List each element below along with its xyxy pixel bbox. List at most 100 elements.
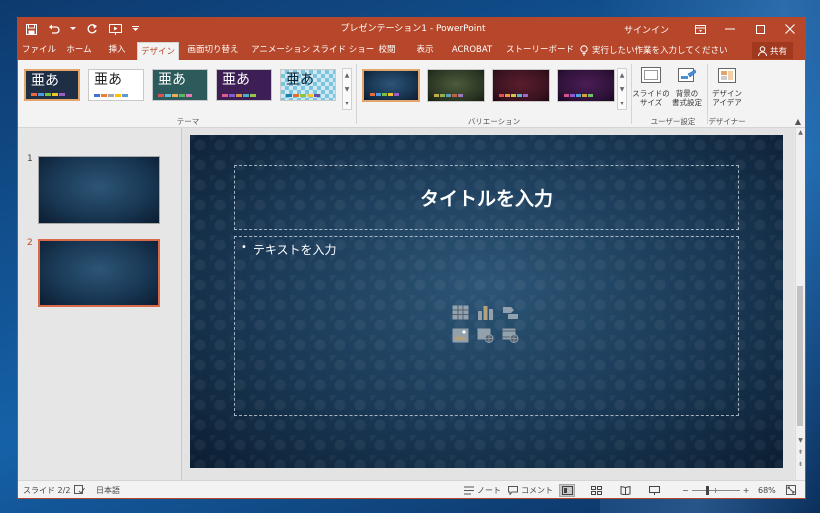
insert-video-icon[interactable]	[501, 327, 520, 344]
notes-icon	[464, 486, 474, 494]
scroll-down-icon[interactable]: ▼	[618, 83, 626, 97]
scroll-up-icon[interactable]: ▲	[343, 69, 351, 83]
window-title: プレゼンテーション1 - PowerPoint	[340, 24, 486, 34]
title-placeholder[interactable]: タイトルを入力	[234, 165, 739, 230]
theme-thumb-office-dark[interactable]: 亜あ	[24, 69, 80, 101]
slide-counter: スライド 2/2	[23, 485, 71, 495]
tell-me-box[interactable]: 実行したい作業を入力してください	[580, 40, 728, 60]
variant-thumb-blue[interactable]	[362, 69, 420, 102]
slideshow-view-button[interactable]	[647, 485, 661, 496]
zoom-out-button[interactable]: −	[682, 486, 689, 495]
fit-to-window-icon[interactable]	[786, 481, 796, 498]
slide-thumbnail-pane: 1 2	[18, 128, 178, 480]
tab-review[interactable]: 校閲	[375, 40, 399, 60]
ribbon-separator	[356, 64, 357, 124]
insert-online-picture-icon[interactable]	[476, 327, 495, 344]
tab-storyboard[interactable]: ストーリーボード	[506, 40, 574, 60]
insert-content-icons	[451, 304, 527, 344]
format-background-button[interactable]: 背景の 書式設定	[667, 65, 707, 107]
previous-slide-icon[interactable]: ⇞	[796, 448, 805, 458]
slide-thumbnail-1[interactable]	[38, 156, 160, 224]
design-ideas-label-1: デザイン	[712, 89, 742, 98]
comments-button[interactable]: コメント	[508, 481, 553, 498]
theme-group-label: テーマ	[176, 117, 200, 126]
tab-acrobat[interactable]: ACROBAT	[448, 40, 496, 60]
tab-file[interactable]: ファイル	[22, 40, 56, 60]
vertical-scrollbar[interactable]: ▲ ▼ ⇞ ⇟	[795, 128, 805, 480]
insert-smartart-icon[interactable]	[501, 304, 520, 321]
variant-thumb-green[interactable]	[427, 69, 485, 102]
reading-view-button[interactable]	[618, 485, 632, 496]
tab-home[interactable]: ホーム	[63, 40, 95, 60]
tab-animations[interactable]: アニメーション	[251, 40, 310, 60]
variant-thumb-red[interactable]	[492, 69, 550, 102]
theme-thumb-pattern[interactable]: 亜あ	[280, 69, 336, 101]
maximize-button[interactable]	[745, 18, 775, 40]
theme-gallery-scroll[interactable]: ▲ ▼ ▾	[342, 68, 352, 110]
normal-view-button[interactable]	[559, 483, 575, 497]
content-placeholder[interactable]: • テキストを入力	[234, 236, 739, 416]
collapse-ribbon-icon[interactable]: ▲	[795, 117, 801, 126]
customize-group-label: ユーザー設定	[650, 117, 696, 126]
slide-thumbnail-2[interactable]	[38, 239, 160, 307]
scroll-down-icon[interactable]: ▼	[343, 83, 351, 97]
gallery-more-icon[interactable]: ▾	[343, 97, 351, 111]
theme-color-bars	[222, 94, 256, 97]
start-from-beginning-icon[interactable]	[108, 22, 122, 36]
tab-design[interactable]: デザイン	[137, 42, 179, 61]
scrollbar-thumb[interactable]	[797, 286, 803, 426]
zoom-slider-knob[interactable]	[706, 485, 710, 495]
comment-icon	[508, 485, 518, 495]
format-background-icon	[667, 65, 707, 87]
zoom-in-button[interactable]: +	[743, 486, 750, 495]
tab-insert[interactable]: 挿入	[104, 40, 130, 60]
tab-slideshow[interactable]: スライド ショー	[312, 40, 374, 60]
view-buttons	[559, 481, 661, 498]
signin-link[interactable]: サインイン	[624, 23, 669, 36]
slide-size-button[interactable]: スライドの サイズ	[631, 65, 671, 107]
undo-icon[interactable]	[47, 22, 61, 36]
slide-size-label-1: スライドの	[632, 89, 670, 98]
minimize-button[interactable]	[715, 18, 745, 40]
variant-gallery-scroll[interactable]: ▲ ▼ ▾	[617, 68, 627, 110]
design-ideas-button[interactable]: デザイン アイデア	[707, 65, 747, 107]
current-slide[interactable]: タイトルを入力 • テキストを入力	[190, 135, 783, 468]
tell-me-label: 実行したい作業を入力してください	[592, 46, 728, 56]
format-background-label-1: 背景の	[675, 89, 699, 98]
format-background-label-2: 書式設定	[672, 98, 702, 107]
spell-check-icon[interactable]	[74, 481, 85, 498]
theme-sample-text: 亜あ	[158, 72, 186, 88]
tab-transitions[interactable]: 画面切り替え	[186, 40, 240, 60]
slide-sorter-view-button[interactable]	[589, 485, 603, 496]
zoom-level[interactable]: 68%	[758, 481, 776, 498]
tab-view[interactable]: 表示	[412, 40, 438, 60]
gallery-more-icon[interactable]: ▾	[618, 97, 626, 111]
theme-thumb-teal[interactable]: 亜あ	[152, 69, 208, 101]
person-icon	[757, 45, 767, 56]
share-button[interactable]: 共有	[751, 42, 793, 59]
notes-label: ノート	[477, 485, 501, 495]
undo-dropdown-icon[interactable]	[70, 22, 76, 36]
insert-chart-icon[interactable]	[476, 304, 495, 321]
close-button[interactable]	[775, 18, 805, 40]
zoom-slider[interactable]	[691, 485, 740, 495]
insert-picture-icon[interactable]	[451, 327, 470, 344]
theme-thumb-purple[interactable]: 亜あ	[216, 69, 272, 101]
scroll-down-arrow-icon[interactable]: ▼	[796, 436, 805, 446]
next-slide-icon[interactable]: ⇟	[796, 460, 805, 470]
scroll-up-arrow-icon[interactable]: ▲	[796, 128, 805, 138]
slide-size-label-2: サイズ	[639, 98, 663, 107]
redo-icon[interactable]	[85, 22, 99, 36]
save-icon[interactable]	[24, 22, 38, 36]
zoom-controls: − +	[682, 481, 750, 498]
theme-thumb-office[interactable]: 亜あ	[88, 69, 144, 101]
insert-table-icon[interactable]	[451, 304, 470, 321]
scroll-up-icon[interactable]: ▲	[618, 69, 626, 83]
ribbon-display-options-button[interactable]	[685, 18, 715, 40]
notes-button[interactable]: ノート	[464, 481, 501, 498]
variant-thumb-purple[interactable]	[557, 69, 615, 102]
status-bar: スライド 2/2 日本語 ノート コメント − + 68%	[18, 480, 805, 498]
customize-qat-icon[interactable]	[131, 22, 139, 36]
body-bullet-row: • テキストを入力	[241, 241, 337, 258]
language-indicator[interactable]: 日本語	[96, 481, 120, 498]
